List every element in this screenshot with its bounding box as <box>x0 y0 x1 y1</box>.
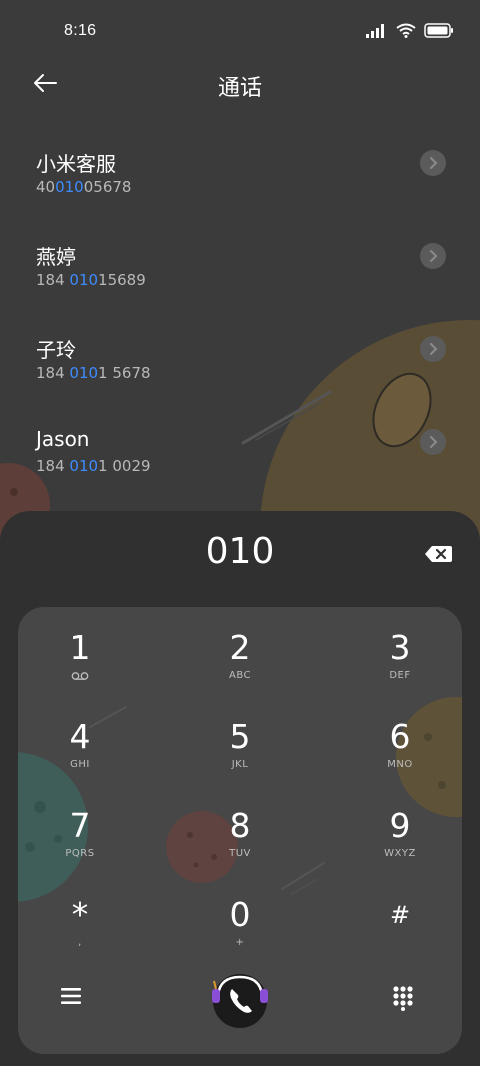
page-title: 通话 <box>217 76 262 101</box>
status-icons <box>366 23 454 38</box>
keypad: 1 2 ABC 3 DEF 4 GHI 5 JKL 6 MNO 7 PQRS 8… <box>18 607 462 1054</box>
key-letters: PQRS <box>65 848 95 859</box>
key-3[interactable]: 3 DEF <box>340 629 460 707</box>
key-letters: GHI <box>70 759 90 770</box>
key-letters: MNO <box>387 759 413 770</box>
contact-detail-button[interactable] <box>420 243 446 269</box>
key-letters: , <box>78 937 82 948</box>
contact-result-item[interactable]: 小米客服 4001005678 <box>36 148 446 228</box>
key-letters: + <box>235 937 245 948</box>
chevron-right-icon <box>430 250 438 262</box>
key-letters: WXYZ <box>384 848 416 859</box>
contact-name: 燕婷 <box>36 245 76 269</box>
key-digit: 4 <box>69 717 91 756</box>
key-9[interactable]: 9 WXYZ <box>340 807 460 885</box>
contact-number: 184 01015689 <box>36 271 146 289</box>
contact-detail-button[interactable] <box>420 429 446 455</box>
menu-button[interactable] <box>60 987 88 1011</box>
backspace-button[interactable] <box>424 543 454 565</box>
contact-detail-button[interactable] <box>420 336 446 362</box>
call-icon <box>212 974 268 1028</box>
key-letters: DEF <box>389 670 411 681</box>
key-8[interactable]: 8 TUV <box>180 807 300 885</box>
key-letters: ABC <box>228 670 251 681</box>
key-digit: 2 <box>229 628 251 667</box>
contact-number: 4001005678 <box>36 178 132 196</box>
chevron-right-icon <box>430 343 438 355</box>
voicemail-icon <box>71 672 89 680</box>
signal-icon <box>366 23 384 38</box>
dialer-panel: 010 1 2 ABC 3 DEF 4 GHI 5 JKL 6 MNO 7 PQ… <box>0 511 480 1066</box>
key-digit: # <box>389 901 411 929</box>
status-bar: 8:16 <box>0 0 480 62</box>
contact-number: 184 0101 5678 <box>36 364 151 382</box>
key-1[interactable]: 1 <box>20 629 140 707</box>
contact-number: 184 0101 0029 <box>36 457 151 475</box>
contact-name: Jason <box>36 427 90 451</box>
backspace-icon <box>425 546 452 562</box>
key-digit: 5 <box>229 717 251 756</box>
call-button[interactable] <box>208 969 272 1029</box>
menu-icon <box>61 988 81 1004</box>
key-digit: 7 <box>69 806 91 845</box>
dialpad-icon <box>393 986 413 1011</box>
key-7[interactable]: 7 PQRS <box>20 807 140 885</box>
key-hash[interactable]: # <box>340 896 460 974</box>
dialed-number: 010 <box>205 531 275 572</box>
contact-name: 子玲 <box>36 338 76 362</box>
wifi-icon <box>396 23 416 38</box>
key-star[interactable]: * , <box>20 896 140 974</box>
chevron-right-icon <box>430 157 438 169</box>
contact-result-item[interactable]: Jason 184 0101 0029 <box>36 427 446 507</box>
contact-detail-button[interactable] <box>420 150 446 176</box>
key-4[interactable]: 4 GHI <box>20 718 140 796</box>
contact-name: 小米客服 <box>36 152 116 176</box>
key-2[interactable]: 2 ABC <box>180 629 300 707</box>
key-digit: 8 <box>229 806 251 845</box>
key-letters: JKL <box>231 759 249 770</box>
contact-result-item[interactable]: 燕婷 184 01015689 <box>36 241 446 321</box>
key-letters: TUV <box>229 848 251 859</box>
contact-result-item[interactable]: 子玲 184 0101 5678 <box>36 334 446 414</box>
dialpad-toggle-button[interactable] <box>392 985 418 1013</box>
header: 通话 <box>0 62 480 106</box>
key-6[interactable]: 6 MNO <box>340 718 460 796</box>
key-digit: * <box>71 895 89 934</box>
key-5[interactable]: 5 JKL <box>180 718 300 796</box>
chevron-right-icon <box>430 436 438 448</box>
key-digit: 9 <box>389 806 411 845</box>
key-digit: 0 <box>229 895 251 934</box>
key-digit: 3 <box>389 628 411 667</box>
status-time: 8:16 <box>64 22 97 39</box>
battery-icon <box>424 23 453 38</box>
key-digit: 1 <box>69 628 91 667</box>
key-0[interactable]: 0 + <box>180 896 300 974</box>
key-digit: 6 <box>389 717 411 756</box>
